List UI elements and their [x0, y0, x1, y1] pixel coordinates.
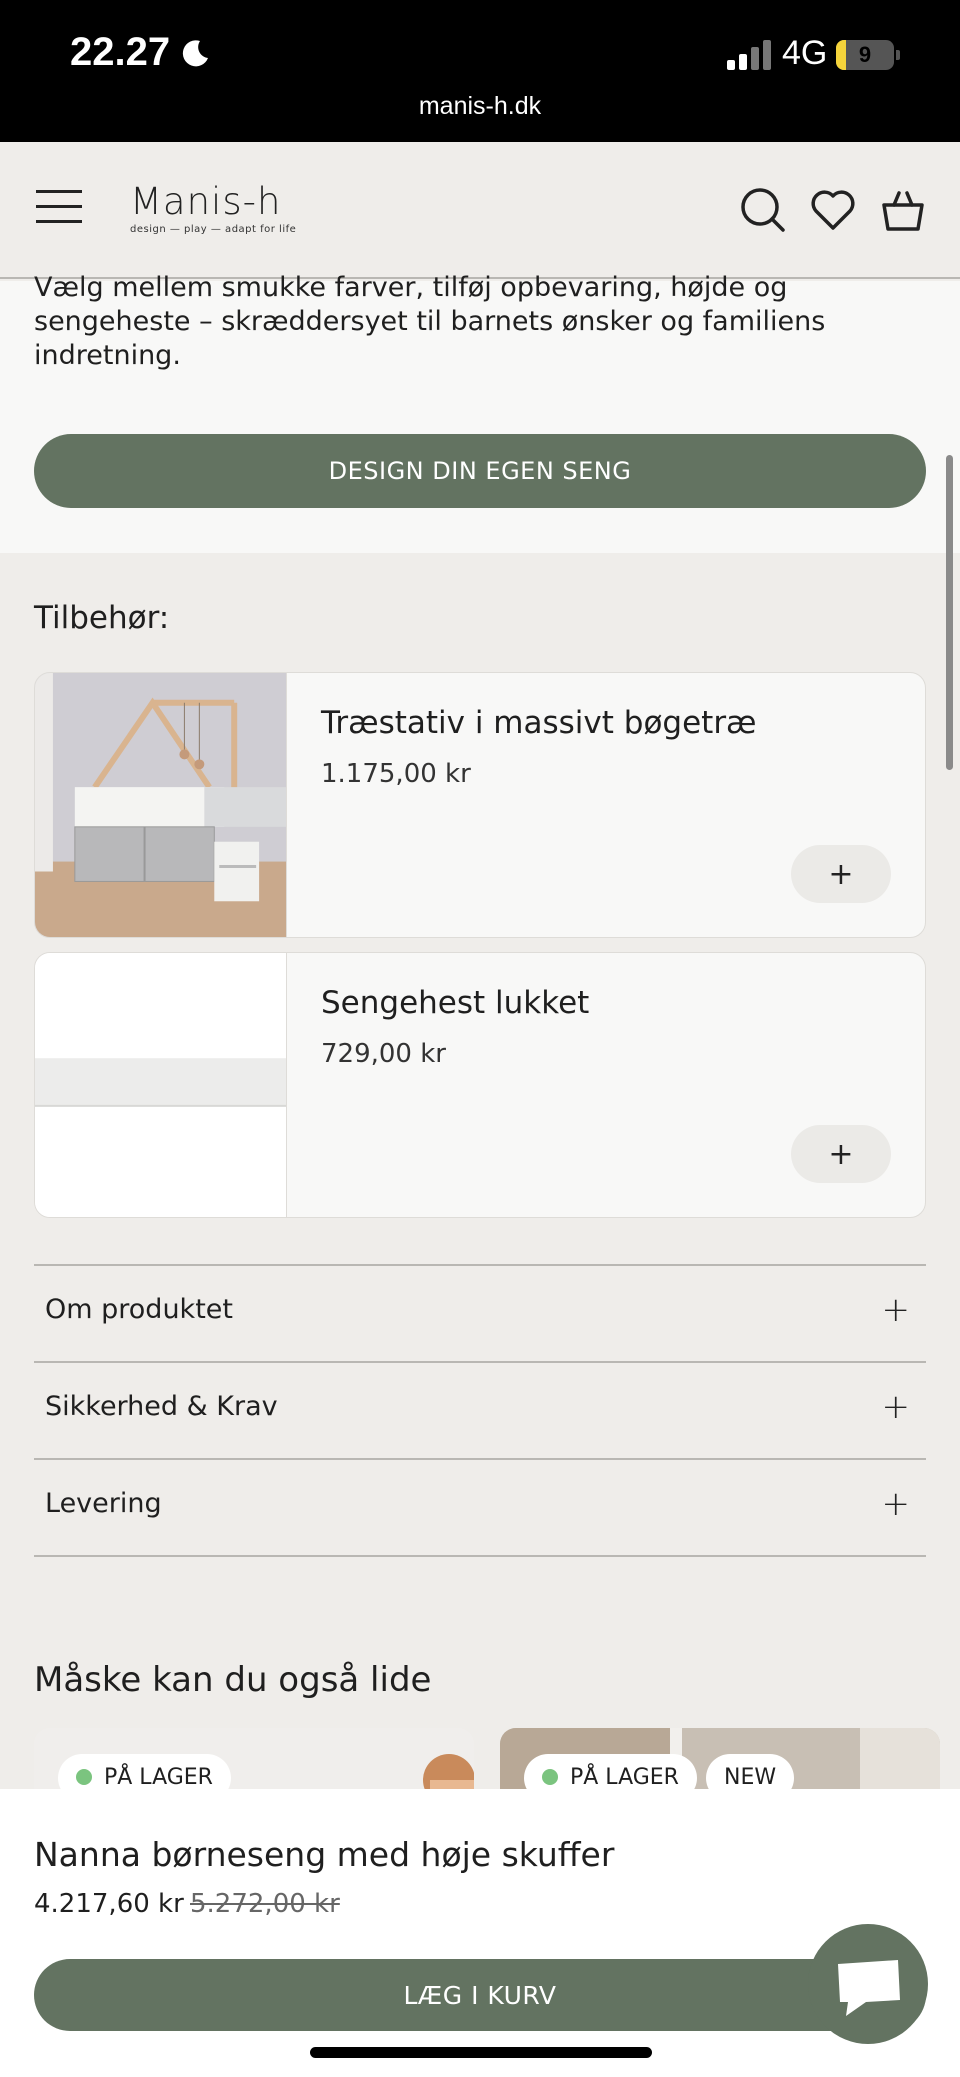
in-stock-dot: [76, 1769, 92, 1785]
accessory-name: Træstativ i massivt bøgetræ: [321, 705, 757, 741]
badge-label: PÅ LAGER: [570, 1765, 679, 1790]
accordion-label: Levering: [45, 1488, 162, 1519]
scrollbar[interactable]: [946, 455, 953, 770]
add-to-cart-button[interactable]: LÆG I KURV: [34, 1959, 926, 2031]
sticky-price: 4.217,60 kr: [34, 1889, 184, 1919]
add-accessory-button[interactable]: +: [791, 1125, 891, 1183]
bag-icon[interactable]: [880, 187, 926, 233]
search-icon[interactable]: [740, 187, 786, 233]
battery-level: 9: [858, 42, 872, 67]
product-info-accordion: Om produktet + Sikkerhed & Krav + Leveri…: [34, 1264, 926, 1557]
logo-tagline: design — play — adapt for life: [130, 224, 297, 235]
accordion-item-safety[interactable]: Sikkerhed & Krav +: [34, 1363, 926, 1460]
accessory-name: Sengehest lukket: [321, 985, 590, 1021]
accessory-price: 729,00 kr: [321, 1039, 446, 1069]
logo-text: Manis-h: [130, 180, 282, 223]
logo[interactable]: Manis-h design — play — adapt for life: [130, 180, 297, 236]
status-time: 22.27: [70, 30, 171, 74]
status-bar: 22.27 4G 9 manis-h.dk: [0, 0, 960, 142]
recommendations-title: Måske kan du også lide: [34, 1660, 432, 1700]
network-label: 4G: [782, 34, 828, 72]
accessories-title: Tilbehør:: [34, 600, 170, 636]
signal-icon: [727, 40, 771, 70]
plus-icon: +: [881, 1290, 911, 1330]
product-image-wooden-frame: [35, 673, 287, 937]
accessory-card[interactable]: Sengehest lukket 729,00 kr +: [34, 952, 926, 1218]
intro-section: Vælg mellem smukke farver, tilføj opbeva…: [0, 272, 960, 553]
product-image-bed-guard: [35, 953, 287, 1217]
moon-icon: [182, 40, 208, 67]
accordion-label: Om produktet: [45, 1294, 233, 1325]
accordion-item-delivery[interactable]: Levering +: [34, 1460, 926, 1557]
battery-icon: 9: [836, 40, 894, 70]
accordion-label: Sikkerhed & Krav: [45, 1391, 278, 1422]
plus-icon: +: [881, 1484, 911, 1524]
sticky-product-name: Nanna børneseng med høje skuffer: [34, 1835, 615, 1874]
url-bar[interactable]: manis-h.dk: [0, 92, 960, 121]
accessory-card[interactable]: Træstativ i massivt bøgetræ 1.175,00 kr …: [34, 672, 926, 938]
badge-label: PÅ LAGER: [104, 1765, 213, 1790]
plus-icon: +: [881, 1387, 911, 1427]
accessory-price: 1.175,00 kr: [321, 759, 471, 789]
add-accessory-button[interactable]: +: [791, 845, 891, 903]
heart-icon[interactable]: [810, 187, 856, 233]
menu-icon[interactable]: [36, 187, 84, 227]
site-header: Manis-h design — play — adapt for life: [0, 142, 960, 279]
in-stock-dot: [542, 1769, 558, 1785]
battery-cap: [896, 50, 900, 60]
design-own-bed-button[interactable]: DESIGN DIN EGEN SENG: [34, 434, 926, 508]
intro-text: Vælg mellem smukke farver, tilføj opbeva…: [34, 272, 826, 371]
chat-button[interactable]: [808, 1924, 928, 2044]
accordion-item-about[interactable]: Om produktet +: [34, 1266, 926, 1363]
home-indicator: [310, 2047, 652, 2058]
sticky-old-price: 5.272,00 kr: [190, 1889, 340, 1919]
chat-icon: [838, 1960, 900, 2016]
